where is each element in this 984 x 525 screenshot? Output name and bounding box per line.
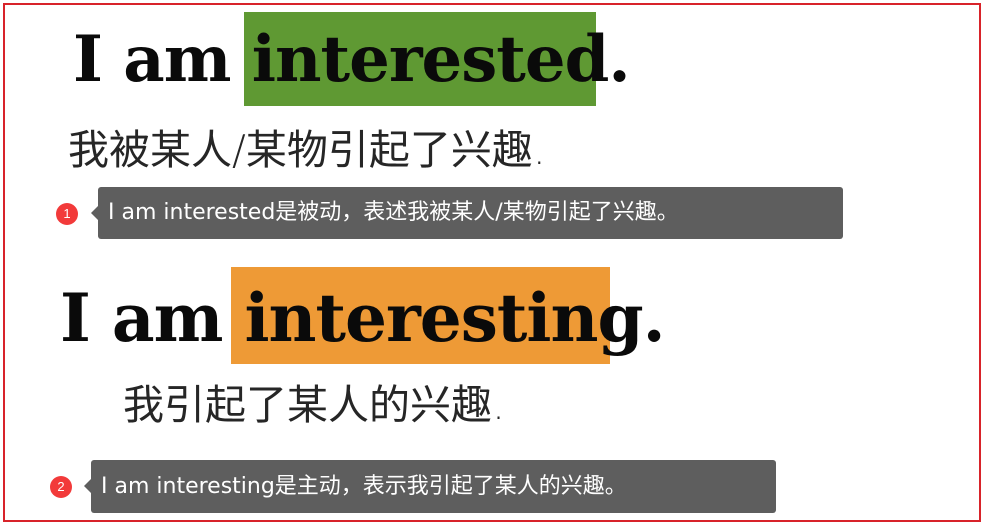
sentence-prefix: I am [60, 279, 245, 357]
note-tooltip: I am interested是被动，表述我被某人/某物引起了兴趣。 [91, 187, 843, 239]
note-number-badge: 2 [50, 476, 72, 498]
highlighted-word: interested [251, 22, 610, 97]
example-sentence-interesting: I am interesting. [60, 285, 666, 351]
sentence-prefix: I am [73, 22, 252, 97]
note-tooltip: I am interesting是主动，表示我引起了某人的兴趣。 [84, 460, 776, 513]
example-sentence-interested: I am interested. [73, 28, 631, 92]
sentence-suffix: . [608, 22, 630, 97]
translation-interesting: 我引起了某人的兴趣. [123, 381, 506, 429]
translation-interested: 我被某人/某物引起了兴趣. [68, 126, 546, 174]
highlighted-word: interesting [244, 279, 643, 357]
sentence-suffix: . [642, 279, 666, 357]
note-number-badge: 1 [56, 203, 78, 225]
